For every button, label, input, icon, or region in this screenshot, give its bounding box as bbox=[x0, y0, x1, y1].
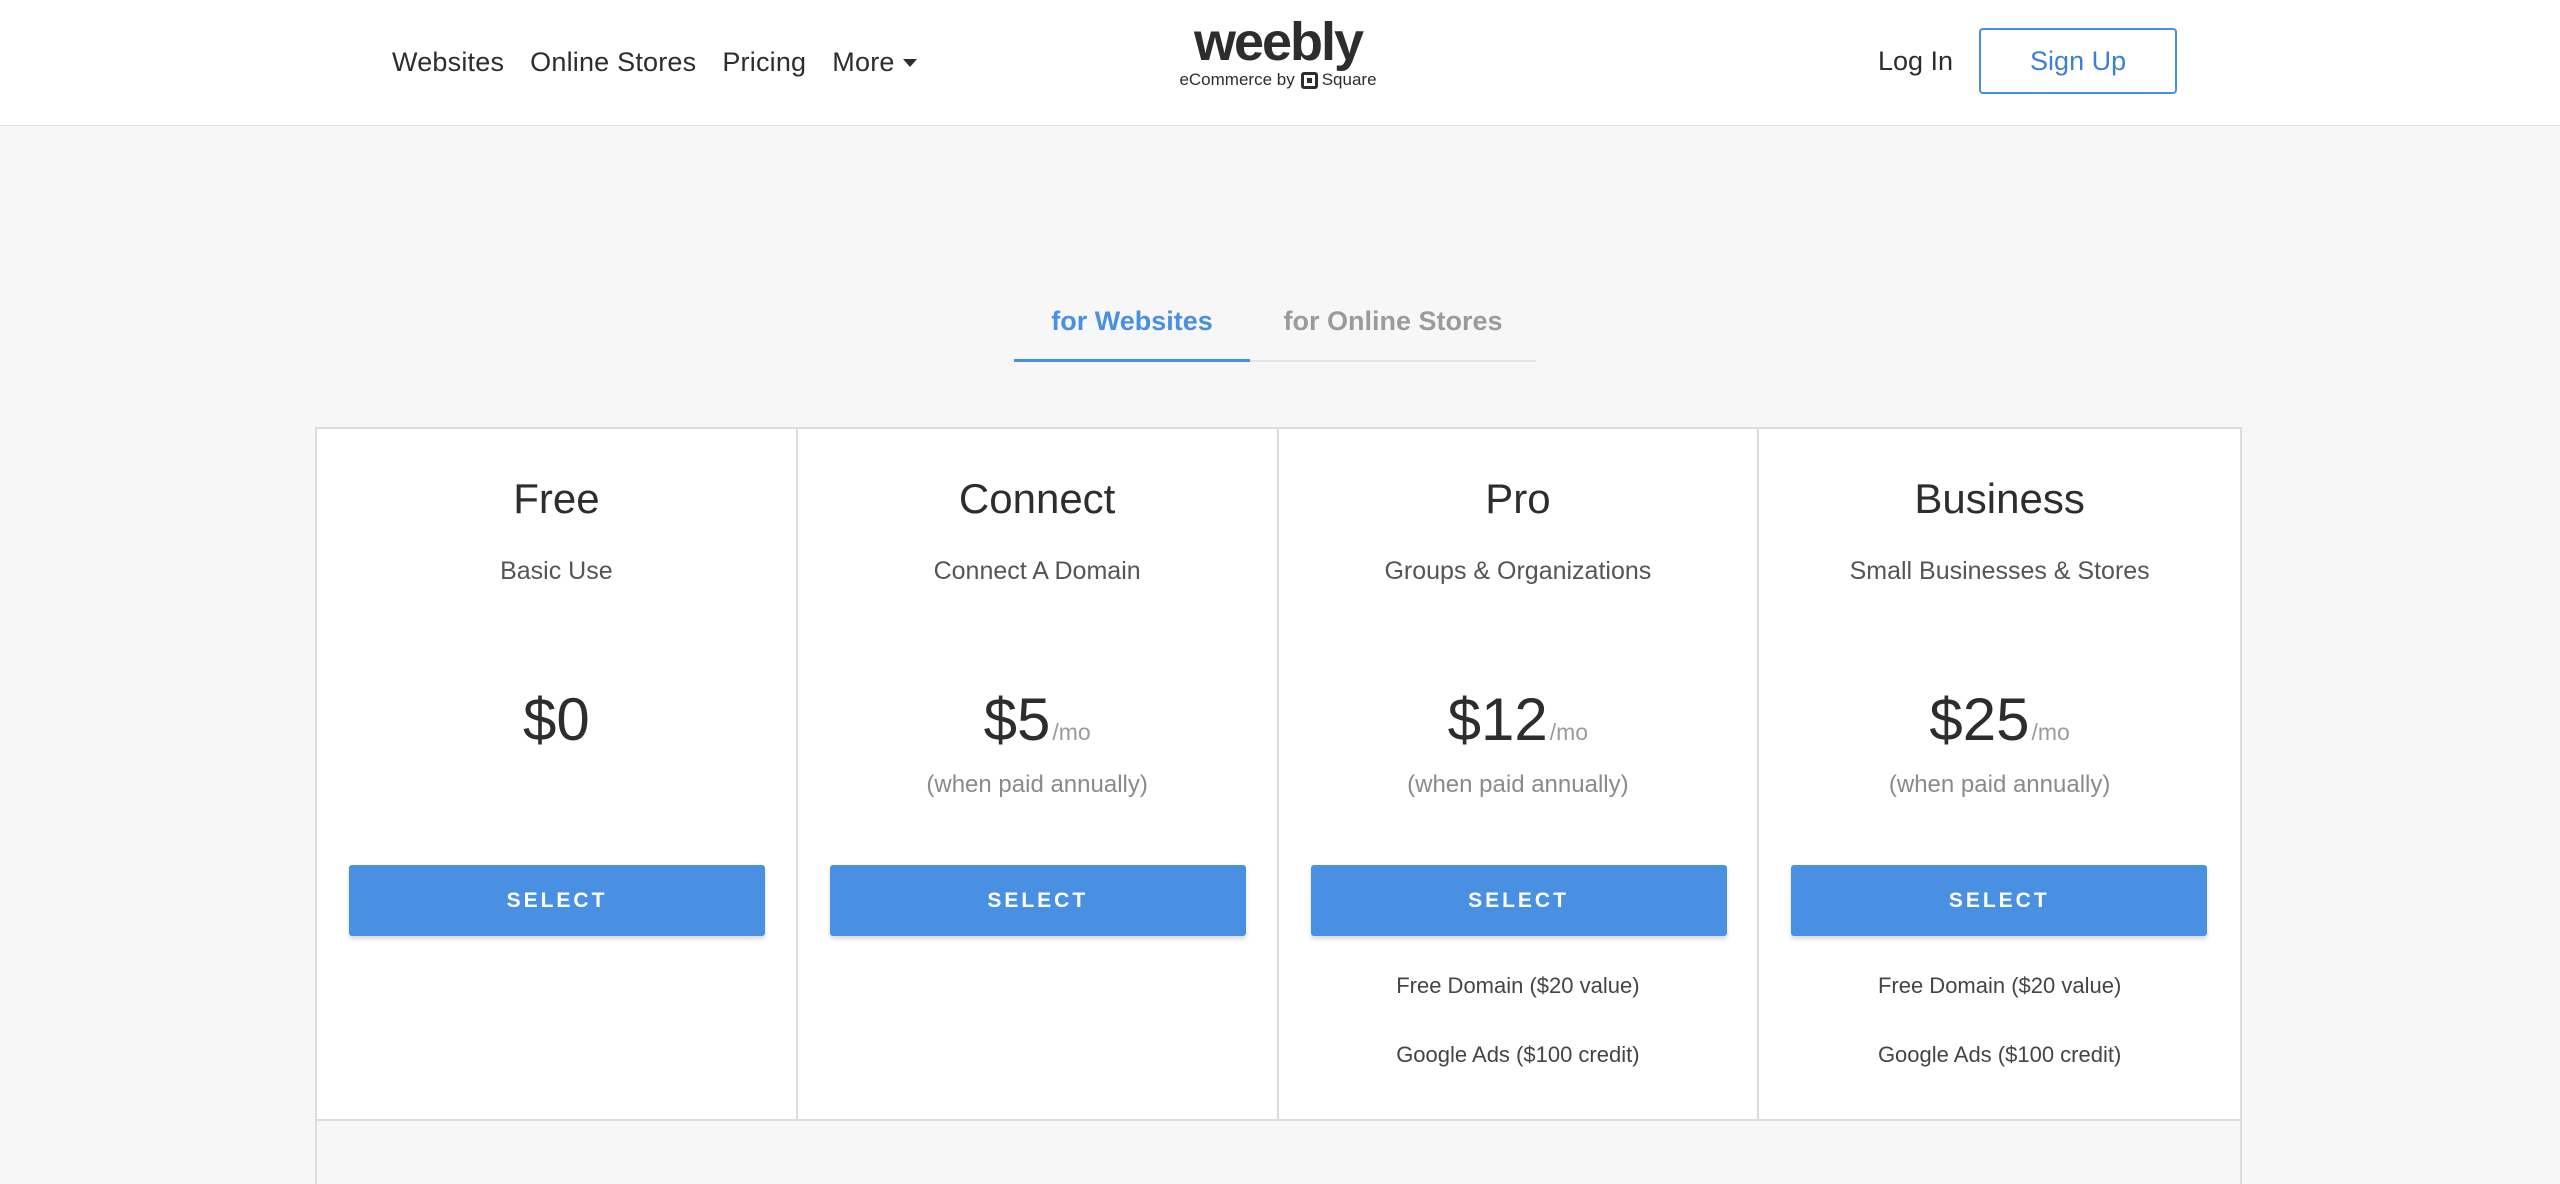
plan-price-period: /mo bbox=[1052, 719, 1091, 745]
select-business-button[interactable]: SELECT bbox=[1791, 865, 2208, 936]
nav-websites[interactable]: Websites bbox=[392, 47, 504, 78]
top-header: Websites Online Stores Pricing More weeb… bbox=[0, 0, 2560, 126]
plan-free: Free Basic Use $0 SELECT bbox=[317, 429, 798, 1119]
select-free-button[interactable]: SELECT bbox=[349, 865, 765, 936]
plan-price: $5 bbox=[983, 686, 1051, 753]
plan-name: Pro bbox=[1485, 475, 1551, 522]
plan-price: $0 bbox=[523, 686, 590, 753]
plan-price-note: (when paid annually) bbox=[1888, 771, 2111, 798]
logo-tagline-prefix: eCommerce by bbox=[1179, 70, 1295, 89]
tab-for-websites[interactable]: for Websites bbox=[1014, 306, 1250, 362]
weebly-logo[interactable]: weebly eCommerce by Square bbox=[1176, 14, 1380, 90]
nav-more-label: More bbox=[832, 46, 895, 77]
plan-feature: Google Ads ($100 credit) bbox=[1396, 1042, 1640, 1067]
logo-wordmark: weebly bbox=[1193, 12, 1364, 72]
login-link[interactable]: Log In bbox=[1878, 46, 1953, 77]
tab-for-online-stores[interactable]: for Online Stores bbox=[1250, 306, 1536, 362]
plan-price-row: $0 bbox=[317, 685, 796, 754]
nav-more-dropdown[interactable]: More bbox=[832, 46, 917, 78]
plan-price-note: (when paid annually) bbox=[926, 771, 1148, 798]
nav-pricing[interactable]: Pricing bbox=[722, 47, 806, 78]
square-logo-icon bbox=[1300, 71, 1318, 89]
plans-table: Free Basic Use $0 SELECT Connect Connect… bbox=[315, 427, 2242, 1121]
caret-down-icon bbox=[902, 59, 917, 67]
plan-price-row: $5 /mo bbox=[798, 685, 1277, 754]
logo-tagline-brand: Square bbox=[1321, 70, 1377, 89]
plan-description: Basic Use bbox=[500, 557, 613, 585]
plan-description: Groups & Organizations bbox=[1384, 557, 1652, 585]
plan-name: Business bbox=[1914, 475, 2085, 522]
plan-feature: Free Domain ($20 value) bbox=[1877, 973, 2122, 998]
plan-feature: Free Domain ($20 value) bbox=[1396, 973, 1640, 998]
plan-connect: Connect Connect A Domain $5 /mo (when pa… bbox=[798, 429, 1279, 1119]
account-nav: Log In Sign Up bbox=[1878, 28, 2178, 94]
plan-name: Free bbox=[513, 475, 600, 522]
plan-description: Small Businesses & Stores bbox=[1849, 557, 2150, 585]
plan-business: Business Small Businesses & Stores $25 /… bbox=[1759, 429, 2240, 1119]
plan-price: $25 bbox=[1929, 686, 2030, 753]
signup-button[interactable]: Sign Up bbox=[1979, 28, 2178, 94]
logo-tagline: eCommerce by Square bbox=[1176, 70, 1380, 90]
nav-online-stores[interactable]: Online Stores bbox=[530, 47, 696, 78]
plan-price: $12 bbox=[1447, 686, 1548, 753]
plan-name: Connect bbox=[958, 475, 1116, 522]
plan-pro: Pro Groups & Organizations $12 /mo (when… bbox=[1279, 429, 1760, 1119]
select-pro-button[interactable]: SELECT bbox=[1310, 865, 1727, 936]
primary-nav: Websites Online Stores Pricing More bbox=[392, 0, 943, 124]
plan-feature: Google Ads ($100 credit) bbox=[1877, 1042, 2122, 1067]
plan-price-row: $12 /mo bbox=[1279, 685, 1758, 754]
plan-price-note: (when paid annually) bbox=[1407, 771, 1629, 798]
plan-price-period: /mo bbox=[1549, 719, 1589, 745]
plan-price-period: /mo bbox=[2031, 719, 2070, 745]
pricing-tabs: for Websites for Online Stores bbox=[1014, 306, 1536, 362]
select-connect-button[interactable]: SELECT bbox=[829, 865, 1246, 936]
plans-table-next-row bbox=[315, 1121, 2242, 1184]
plan-description: Connect A Domain bbox=[933, 557, 1141, 585]
plan-price-row: $25 /mo bbox=[1759, 685, 2240, 754]
